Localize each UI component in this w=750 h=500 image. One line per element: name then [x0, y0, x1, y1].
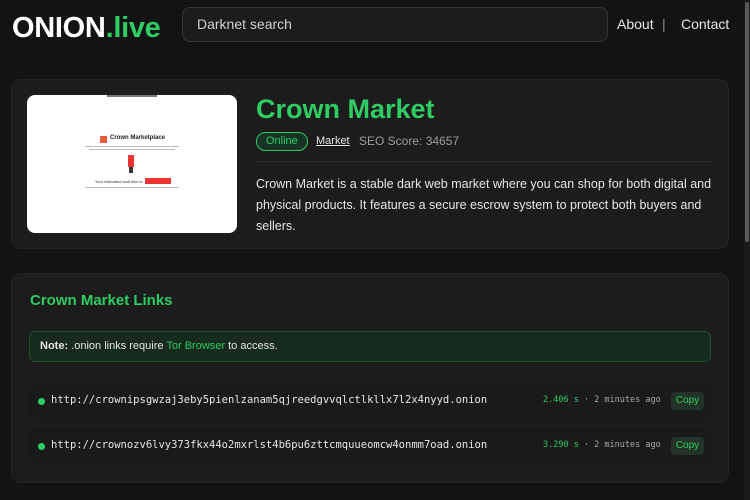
site-title: Crown Market — [256, 94, 435, 124]
screenshot-line — [89, 149, 175, 150]
links-heading: Crown Market Links — [30, 292, 173, 309]
note-label: Note: — [40, 340, 69, 352]
logo-main: ONION — [12, 12, 106, 44]
tor-note: Note: .onion links require Tor Browser t… — [29, 331, 711, 362]
copy-button[interactable]: Copy — [671, 392, 704, 410]
scrollbar-thumb[interactable] — [745, 2, 749, 242]
screenshot-wait-text: Your estimated wait time is — [95, 179, 143, 184]
note-text: .onion links require — [68, 340, 167, 352]
link-row: http://crownipsgwzaj3eby5pienlzanam5qjre… — [29, 383, 711, 419]
category-link[interactable]: Market — [316, 135, 350, 147]
nav-contact-link[interactable]: Contact — [681, 16, 729, 32]
site-screenshot: Crown Marketplace Your estimated wait ti… — [27, 95, 237, 233]
screenshot-topline — [107, 95, 157, 97]
screenshot-line — [85, 187, 179, 188]
screenshot-wait-badge — [145, 178, 171, 184]
link-stats: 3.290 s · 2 minutes ago — [543, 440, 661, 450]
response-time: 3.290 s — [543, 440, 579, 450]
copy-button[interactable]: Copy — [671, 437, 704, 455]
logo-tld: .live — [105, 12, 161, 44]
online-dot-icon — [38, 398, 45, 405]
online-dot-icon — [38, 443, 45, 450]
link-row: http://crownozv6lvy373fkx44o2mxrlst4b6pu… — [29, 428, 711, 464]
response-time: 2.406 s — [543, 395, 579, 405]
onion-url[interactable]: http://crownipsgwzaj3eby5pienlzanam5qjre… — [51, 394, 487, 406]
link-stats: 2.406 s · 2 minutes ago — [543, 395, 661, 405]
nav-about-link[interactable]: About — [617, 16, 654, 32]
screenshot-logo-icon — [100, 136, 107, 143]
note-text-end: to access. — [225, 340, 278, 352]
checked-ago: · 2 minutes ago — [578, 395, 661, 405]
screenshot-figure-base-icon — [129, 167, 133, 173]
seo-score: SEO Score: 34657 — [359, 134, 460, 148]
screenshot-line — [85, 146, 179, 147]
site-description: Crown Market is a stable dark web market… — [256, 177, 712, 233]
screenshot-title: Crown Marketplace — [110, 135, 166, 141]
status-badge: Online — [256, 132, 308, 151]
checked-ago: · 2 minutes ago — [578, 440, 661, 450]
tor-browser-link[interactable]: Tor Browser — [166, 340, 225, 352]
screenshot-figure-icon — [128, 155, 134, 167]
search-input[interactable]: Darknet search — [182, 7, 608, 42]
onion-url[interactable]: http://crownozv6lvy373fkx44o2mxrlst4b6pu… — [51, 439, 487, 451]
site-logo[interactable]: ONION.live — [12, 12, 161, 45]
divider — [256, 161, 712, 162]
nav-separator: | — [662, 16, 666, 32]
